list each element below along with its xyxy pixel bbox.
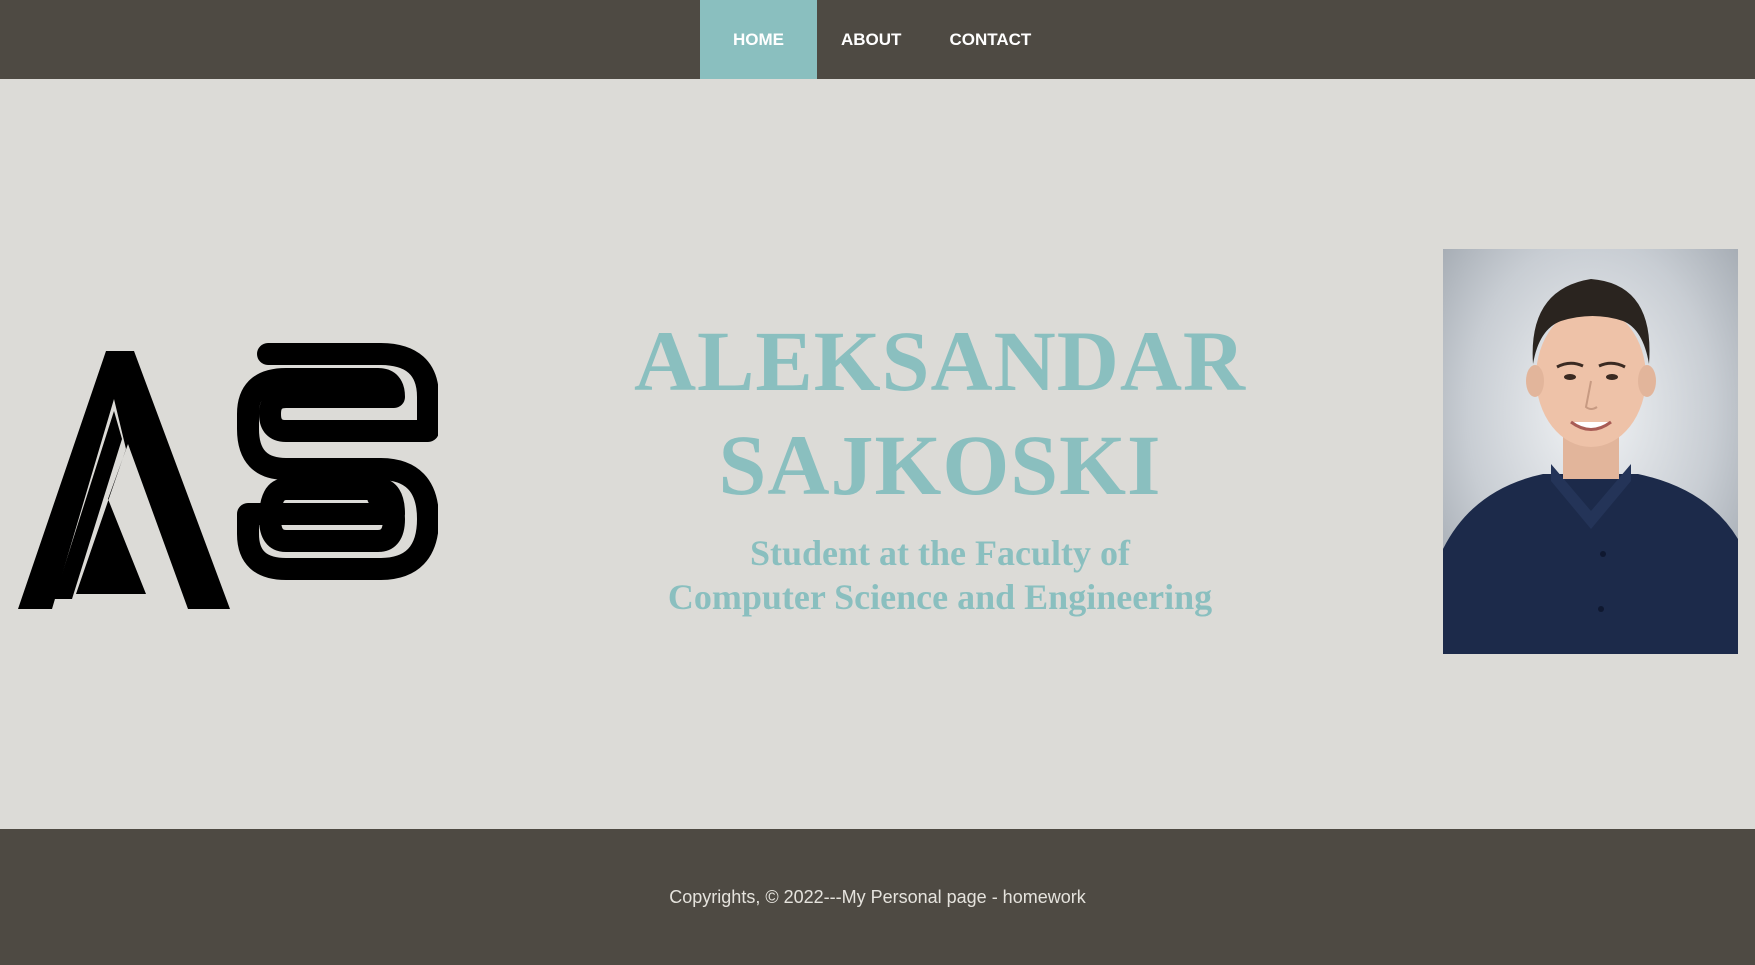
portrait-photo-icon — [1443, 249, 1738, 654]
name-last: SAJKOSKI — [718, 417, 1162, 513]
name-first: ALEKSANDAR — [633, 313, 1247, 409]
profile-photo — [1443, 249, 1738, 654]
hero-section: ALEKSANDAR SAJKOSKI Student at the Facul… — [0, 79, 1755, 829]
nav-item-contact[interactable]: CONTACT — [925, 0, 1055, 79]
top-navbar: HOME ABOUT CONTACT — [0, 0, 1755, 79]
as-logo-icon — [18, 343, 439, 609]
subtitle-line-2: Computer Science and Engineering — [667, 577, 1213, 617]
nav-item-about[interactable]: ABOUT — [817, 0, 925, 79]
nav-item-home[interactable]: HOME — [700, 0, 817, 79]
page-footer: Copyrights, © 2022---My Personal page - … — [0, 829, 1755, 965]
nav-menu: HOME ABOUT CONTACT — [700, 0, 1055, 79]
subtitle: Student at the Faculty of Computer Scien… — [560, 531, 1320, 619]
footer-copyright: Copyrights, © 2022---My Personal page - … — [669, 887, 1086, 907]
as-logo — [18, 319, 439, 609]
hero-title-block: ALEKSANDAR SAJKOSKI Student at the Facul… — [560, 309, 1320, 619]
subtitle-line-1: Student at the Faculty of — [750, 533, 1130, 573]
